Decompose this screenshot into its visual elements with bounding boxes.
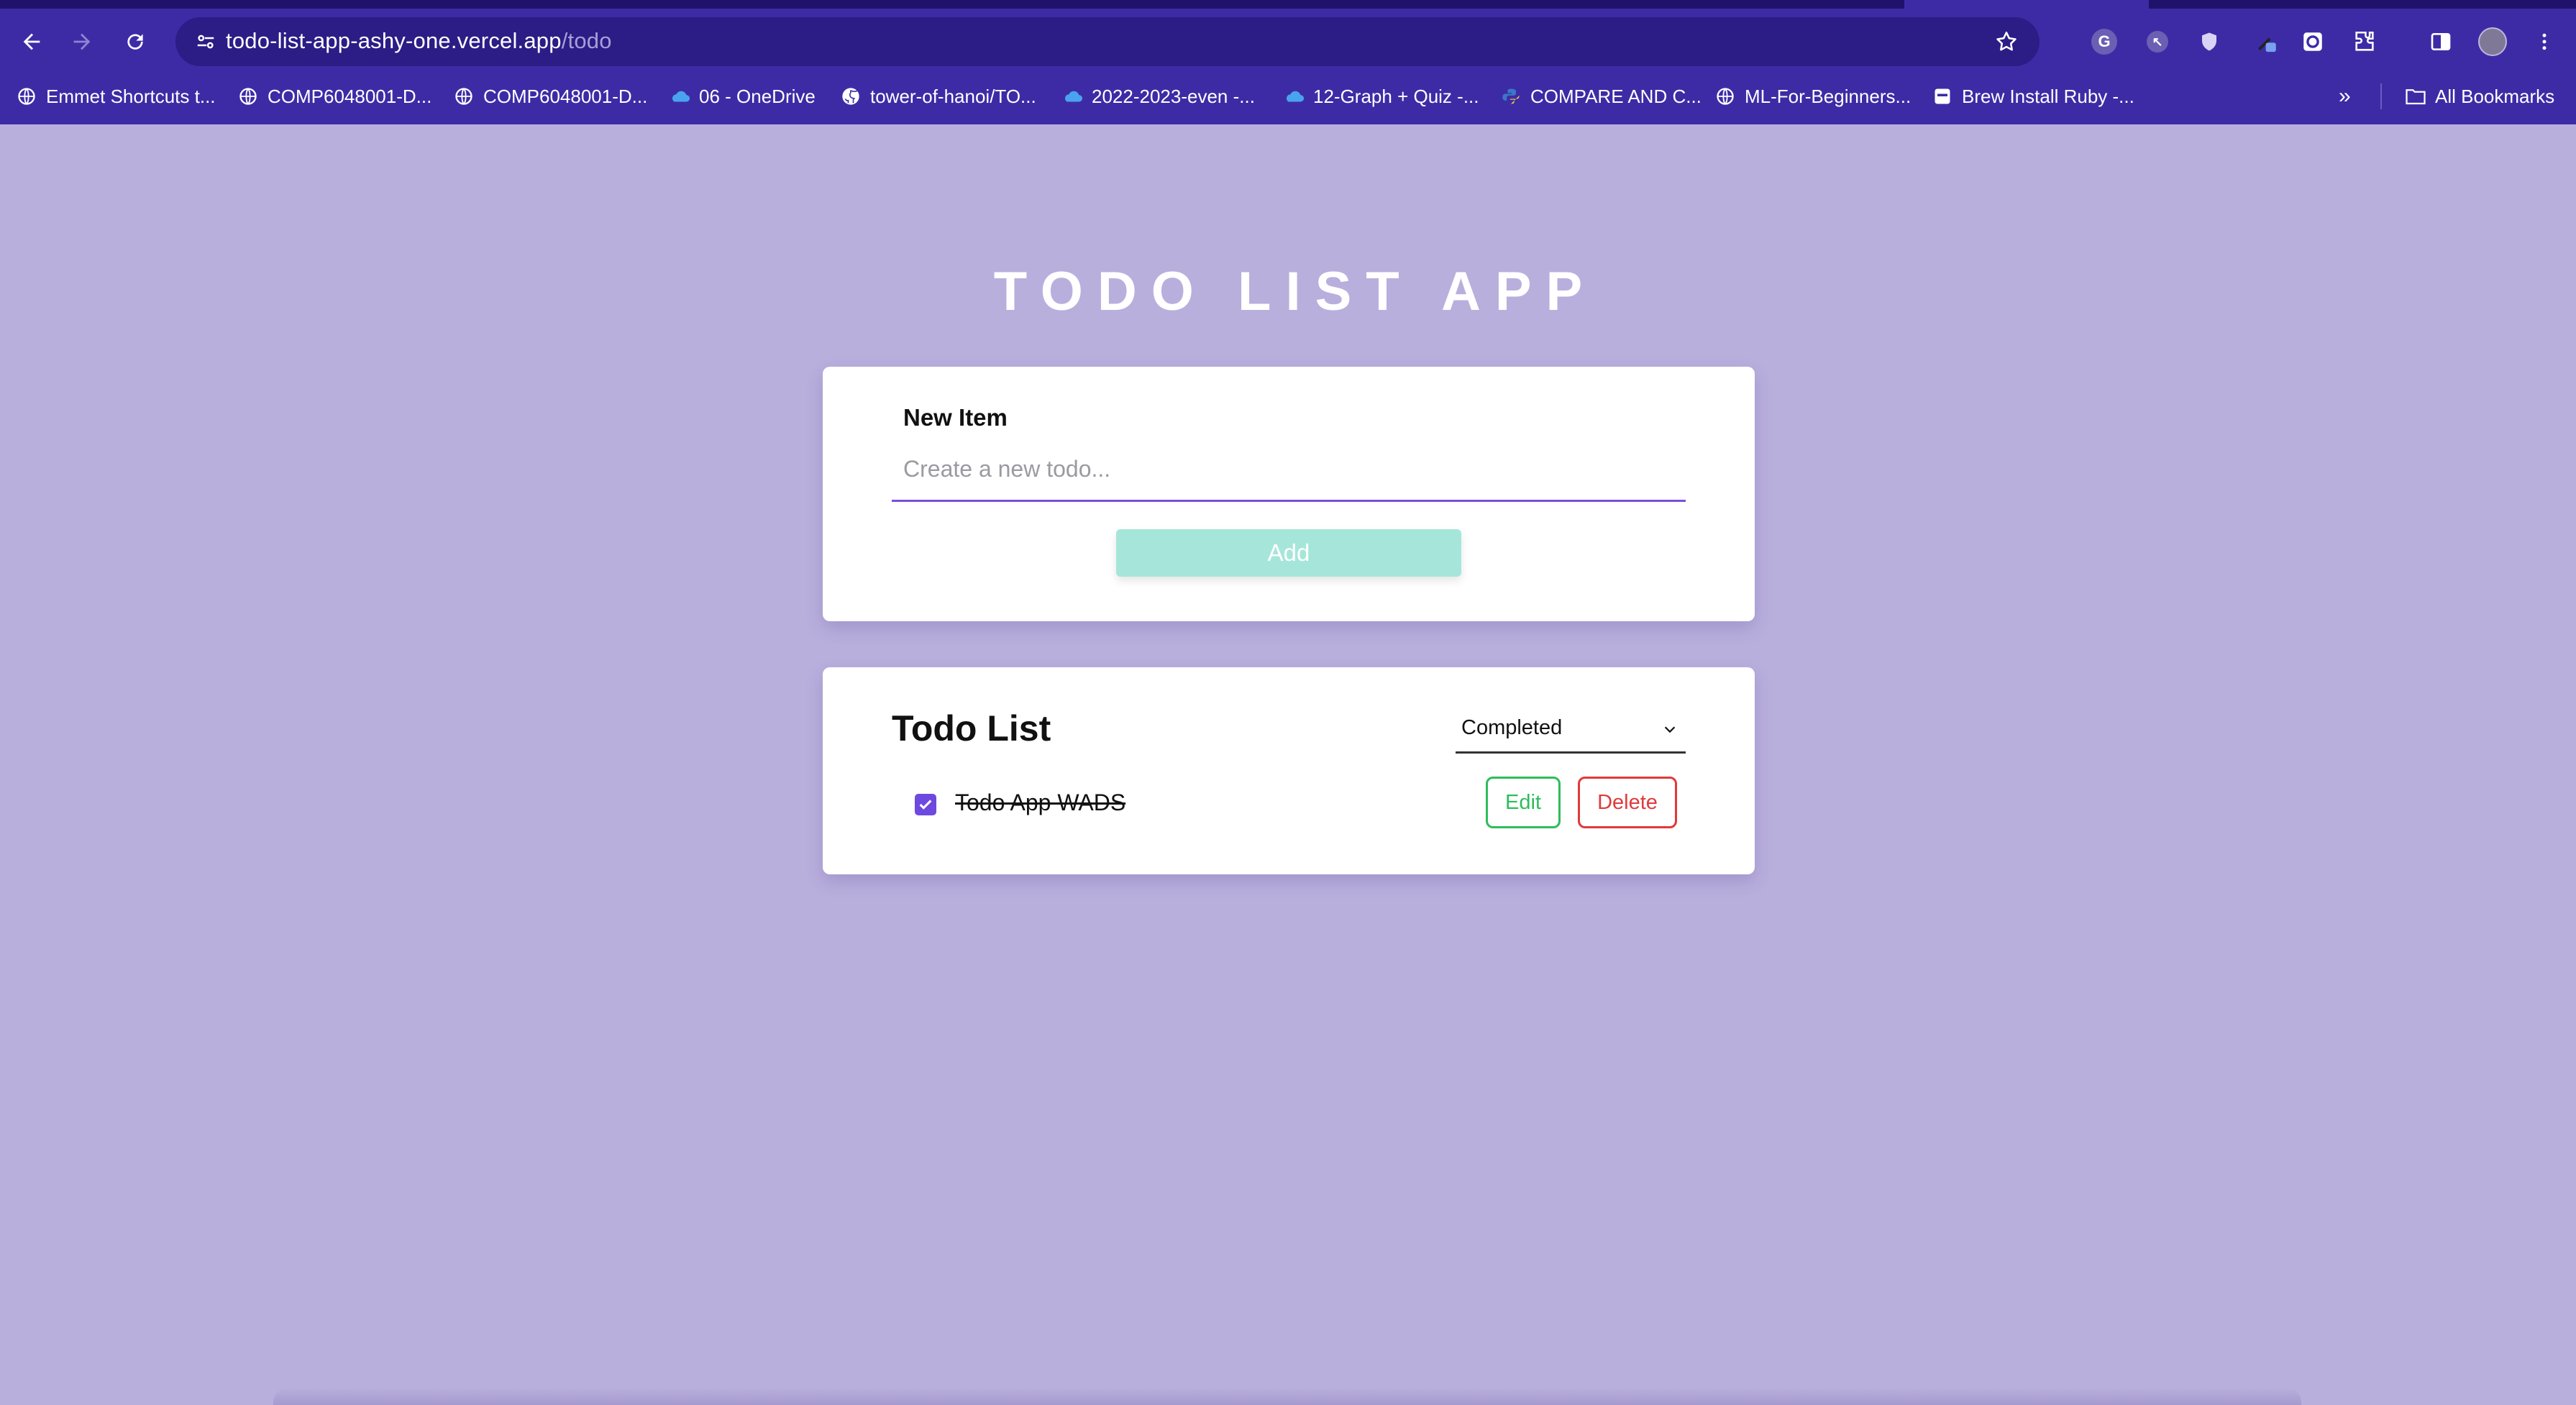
back-button[interactable]	[12, 22, 52, 62]
browser-menu-icon[interactable]	[2526, 23, 2563, 60]
bookmark-item[interactable]: Brew Install Ruby -...	[1932, 81, 2134, 112]
globe-icon	[16, 86, 37, 107]
site-info-icon[interactable]	[186, 22, 226, 62]
delete-button[interactable]: Delete	[1578, 777, 1677, 828]
chevron-double-right-icon: »	[2339, 84, 2351, 108]
grammarly-extension-icon[interactable]: G	[2086, 23, 2123, 60]
url-path: /todo	[561, 28, 612, 53]
bookmark-item[interactable]: ML-For-Beginners...	[1714, 81, 1911, 112]
onedrive-icon	[1061, 86, 1083, 107]
url-text: todo-list-app-ashy-one.vercel.app/todo	[226, 28, 612, 54]
onedrive-icon	[669, 86, 690, 107]
todo-item: Todo App WADS Edit Delete	[892, 777, 1686, 834]
all-bookmarks-label: All Bookmarks	[2435, 85, 2555, 107]
screen-recorder-extension-icon[interactable]	[2294, 23, 2331, 60]
page-icon	[1932, 86, 1953, 107]
forward-button[interactable]	[62, 22, 102, 62]
python-icon	[1500, 86, 1522, 107]
folder-icon	[2405, 86, 2426, 107]
bookmark-label: Emmet Shortcuts t...	[46, 85, 216, 107]
bookmark-label: ML-For-Beginners...	[1745, 85, 1912, 107]
pen-extension-icon[interactable]	[2248, 23, 2285, 60]
profile-avatar[interactable]	[2474, 23, 2511, 60]
todo-list-card: Todo List Completed Todo App WADS Edit D…	[823, 667, 1755, 874]
browser-chrome: todo-list-app-ashy-one.vercel.app/todo G…	[0, 0, 2576, 124]
cursor-extension-icon[interactable]: ↖	[2139, 23, 2176, 60]
todo-item-text: Todo App WADS	[955, 790, 1126, 815]
bookmark-item[interactable]: 06 - OneDrive	[669, 81, 816, 112]
all-bookmarks-button[interactable]: All Bookmarks	[2405, 81, 2554, 112]
new-item-label: New Item	[903, 404, 1008, 431]
chevron-down-icon	[1660, 719, 1680, 739]
bookmark-label: COMP6048001-D...	[483, 85, 648, 107]
bookmarks-bar: Emmet Shortcuts t... COMP6048001-D... CO…	[0, 76, 2576, 116]
bottom-edge-shadow	[273, 1388, 2301, 1405]
github-icon	[840, 86, 862, 107]
bookmark-item[interactable]: tower-of-hanoi/TO...	[840, 81, 1036, 112]
arrow-left-icon	[23, 33, 40, 50]
bookmark-label: 12-Graph + Quiz -...	[1313, 85, 1479, 107]
bookmark-label: 06 - OneDrive	[699, 85, 816, 107]
filter-selected-value: Completed	[1461, 716, 1563, 739]
globe-icon	[1714, 86, 1736, 107]
extensions-puzzle-icon[interactable]	[2346, 23, 2383, 60]
bookmarks-divider	[2380, 83, 2382, 109]
bookmark-item[interactable]: COMPARE AND C...	[1500, 81, 1702, 112]
onedrive-icon	[1283, 86, 1305, 107]
bookmark-item[interactable]: COMP6048001-D...	[237, 81, 431, 112]
reload-button[interactable]	[115, 22, 155, 62]
url-host: todo-list-app-ashy-one.vercel.app	[226, 28, 562, 53]
browser-toolbar: todo-list-app-ashy-one.vercel.app/todo G…	[0, 10, 2576, 73]
todo-list-title: Todo List	[892, 708, 1051, 749]
active-tab-highlight[interactable]	[1904, 0, 2149, 9]
address-bar[interactable]: todo-list-app-ashy-one.vercel.app/todo	[175, 17, 2040, 66]
filter-select[interactable]: Completed	[1456, 705, 1686, 754]
globe-icon	[453, 86, 475, 107]
tab-strip	[0, 0, 2576, 9]
new-item-card: New Item Add	[823, 367, 1755, 621]
globe-icon	[237, 86, 259, 107]
bookmark-item[interactable]: COMP6048001-D...	[453, 81, 647, 112]
bookmarks-overflow-button[interactable]: »	[2339, 81, 2351, 112]
bookmark-item[interactable]: 2022-2023-even -...	[1061, 81, 1255, 112]
bookmark-star-icon[interactable]	[1988, 23, 2025, 60]
bookmark-label: 2022-2023-even -...	[1092, 85, 1255, 107]
bookmark-item[interactable]: 12-Graph + Quiz -...	[1283, 81, 1479, 112]
page-title: TODO LIST APP	[993, 261, 1597, 322]
bookmark-label: Brew Install Ruby -...	[1962, 85, 2134, 107]
bookmark-label: COMP6048001-D...	[268, 85, 432, 107]
side-panel-icon[interactable]	[2422, 23, 2459, 60]
bookmark-label: tower-of-hanoi/TO...	[870, 85, 1036, 107]
shield-extension-icon[interactable]	[2191, 23, 2228, 60]
arrow-right-icon	[73, 33, 91, 50]
reload-icon	[127, 34, 143, 50]
edit-button[interactable]: Edit	[1486, 777, 1561, 828]
bookmark-label: COMPARE AND C...	[1530, 85, 1702, 107]
bookmark-item[interactable]: Emmet Shortcuts t...	[16, 81, 216, 112]
checkmark-icon	[919, 800, 932, 810]
new-todo-input[interactable]	[892, 439, 1686, 502]
todo-complete-checkbox[interactable]	[915, 794, 936, 815]
add-button[interactable]: Add	[1116, 529, 1461, 577]
